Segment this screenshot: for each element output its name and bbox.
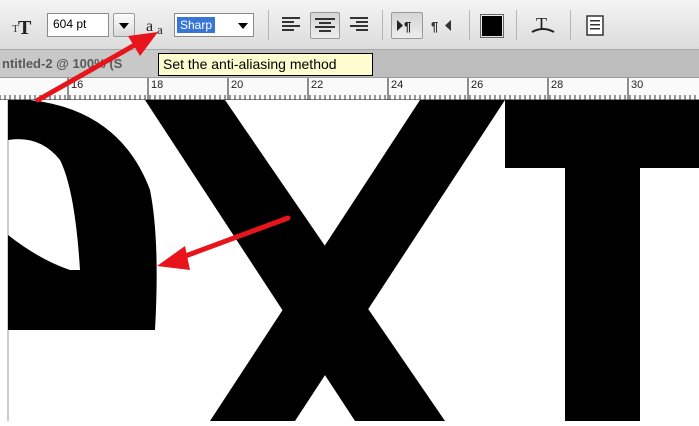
annotation-overlay — [35, 32, 291, 270]
red-arrow-icon — [157, 215, 291, 270]
red-arrow-icon — [35, 32, 158, 103]
